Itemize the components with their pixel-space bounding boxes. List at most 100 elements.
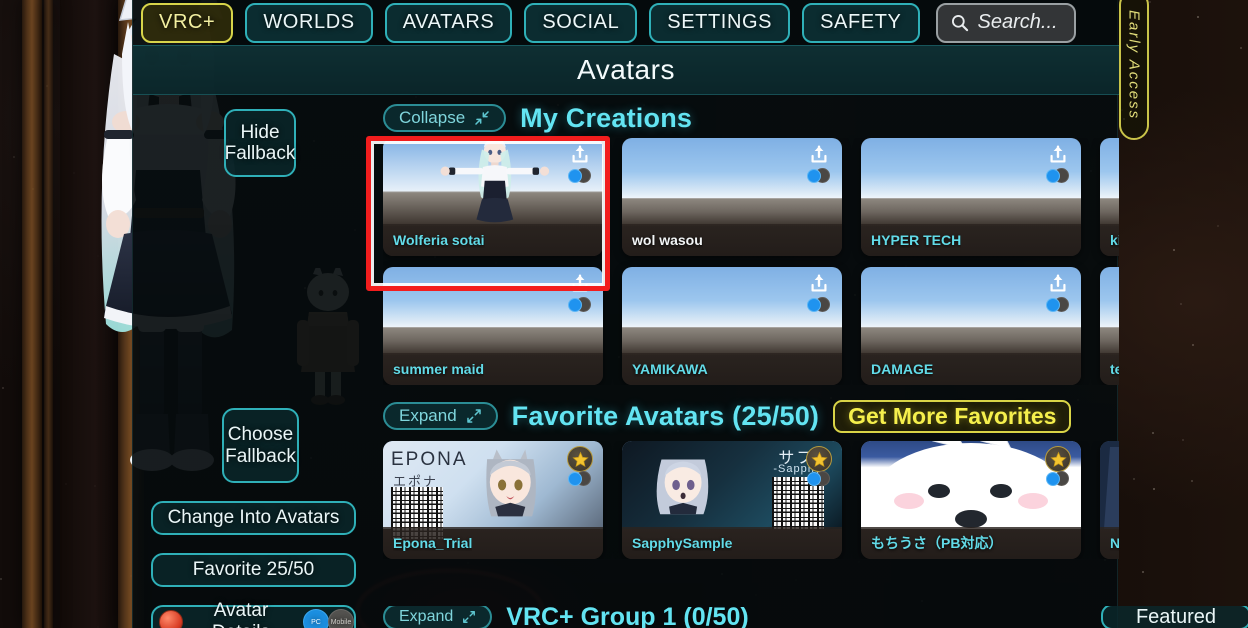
avatar-card-label-bar: kikyou [1100, 224, 1119, 256]
avatar-card-label: Epona_Trial [393, 535, 473, 551]
collapse-my-creations-button[interactable]: Collapse [383, 104, 507, 132]
avatar-card[interactable]: YAMIKAWA [622, 267, 842, 385]
expand-group-button[interactable]: Expand [383, 606, 493, 628]
upload-icon[interactable] [569, 144, 591, 166]
avatar-card-label: wol wasou [632, 232, 703, 248]
avatar-card[interactable]: Neptune [1100, 441, 1119, 559]
nav-tab-label: SOCIAL [542, 11, 620, 33]
change-into-avatars-label: Change Into Avatars [167, 507, 340, 528]
my-creations-grid: Wolferia sotai wol wasou HYPER TECH kikyou s… [383, 138, 1119, 385]
upload-icon[interactable] [569, 273, 591, 295]
avatar-details-label: Avatar Details [212, 600, 270, 628]
performance-rank-icon [568, 471, 591, 486]
hide-fallback-button[interactable]: Hide Fallback [224, 109, 296, 177]
avatar-card-thumbnail [1100, 441, 1119, 529]
avatar-card-label-bar: SapphySample [622, 527, 842, 559]
nav-tab-safety[interactable]: SAFETY [802, 2, 920, 43]
nav-tab-worlds[interactable]: WORLDS [245, 2, 373, 43]
platform-pc-label: PC [311, 618, 321, 626]
avatar-card[interactable]: もちうさ（PB対応） [861, 441, 1081, 559]
avatar-card[interactable]: Wolferia sotai [383, 138, 603, 256]
avatar-card-label: test [1110, 361, 1119, 377]
vrcplus-group-title: VRC+ Group 1 (0/50) [506, 606, 749, 628]
performance-rank-icon [807, 471, 830, 486]
avatar-card-label: HYPER TECH [871, 232, 962, 248]
search-input[interactable]: Search... [935, 2, 1076, 43]
avatar-card-label-bar: Neptune [1100, 527, 1119, 559]
avatar-card-label-bar: wol wasou [622, 224, 842, 256]
avatar-card[interactable]: test [1100, 267, 1119, 385]
nav-tab-social[interactable]: SOCIAL [524, 2, 638, 43]
early-access-badge: Early Access [1119, 0, 1149, 140]
avatar-card-label: summer maid [393, 361, 485, 377]
group-expand-label: Expand [399, 608, 454, 625]
get-more-favorites-label: Get More Favorites [848, 402, 1057, 429]
avatar-card-thumbnail [1100, 138, 1119, 226]
nav-tab-settings[interactable]: SETTINGS [649, 2, 791, 43]
avatar-card[interactable]: kikyou [1100, 138, 1119, 256]
favorite-star-icon[interactable] [567, 446, 593, 472]
performance-rank-icon [568, 297, 591, 312]
avatar-card-thumbnail [1100, 267, 1119, 355]
top-navigation-bar: VRC+ WORLDS AVATARS SOCIAL SETTINGS SAFE… [133, 0, 1119, 45]
upload-icon[interactable] [1047, 144, 1069, 166]
choose-fallback-label-line2: Fallback [225, 445, 296, 467]
upload-icon[interactable] [808, 273, 830, 295]
avatar-card-label-bar: HYPER TECH [861, 224, 1081, 256]
platform-mobile-label: Mobile [330, 618, 352, 626]
group-action-label: Featured [1135, 606, 1217, 628]
avatar-card[interactable]: summer maid [383, 267, 603, 385]
favorite-star-icon[interactable] [806, 446, 832, 472]
expand-favorites-button[interactable]: Expand [383, 402, 498, 430]
choose-fallback-button[interactable]: Choose Fallback [222, 408, 299, 483]
avatar-card-label: Neptune [1110, 535, 1119, 551]
avatar-card[interactable]: EPONA エポナ Epona_Trial [383, 441, 603, 559]
avatar-card[interactable]: wol wasou [622, 138, 842, 256]
avatar-details-button[interactable]: Avatar Details PC Mobile [151, 600, 356, 628]
page-title-bar: Avatars [133, 45, 1119, 95]
avatar-card-label-bar: DAMAGE [861, 353, 1081, 385]
platform-badge-mobile: Mobile [328, 609, 354, 628]
avatar-card-label: Wolferia sotai [393, 232, 485, 248]
hide-fallback-label-line1: Hide [240, 121, 280, 143]
avatar-card-label: kikyou [1110, 232, 1119, 248]
nav-tab-vrcplus[interactable]: VRC+ [141, 2, 234, 43]
nav-tab-label: SAFETY [820, 11, 902, 33]
expand-label: Expand [399, 406, 457, 425]
avatar-card-label: DAMAGE [871, 361, 934, 377]
get-more-favorites-button[interactable]: Get More Favorites [833, 399, 1072, 433]
favorite-star-icon[interactable] [1045, 446, 1071, 472]
early-access-label: Early Access [1125, 9, 1143, 121]
avatar-card-label: SapphySample [632, 535, 733, 551]
background-pillar [22, 0, 42, 628]
nav-tab-avatars[interactable]: AVATARS [384, 2, 513, 43]
avatar-card-label-bar: test [1100, 353, 1119, 385]
avatar-card-label-bar: Epona_Trial [383, 527, 603, 559]
performance-rank-icon [568, 168, 591, 183]
avatar-side-controls: Hide Fallback Choose Fallback Change Int… [151, 95, 371, 628]
expand-arrows-icon [463, 611, 476, 623]
performance-rank-icon [1046, 168, 1069, 183]
favorite-count-button[interactable]: Favorite 25/50 [151, 553, 356, 587]
my-creations-title: My Creations [520, 102, 693, 133]
nav-tab-label: AVATARS [402, 11, 495, 33]
change-into-avatars-button[interactable]: Change Into Avatars [151, 501, 356, 535]
avatar-card-label: もちうさ（PB対応） [871, 535, 1003, 551]
upload-icon[interactable] [1047, 273, 1069, 295]
avatar-card[interactable]: DAMAGE [861, 267, 1081, 385]
upload-icon[interactable] [808, 144, 830, 166]
page-title: Avatars [577, 54, 675, 85]
avatar-card-label-bar: Wolferia sotai [383, 224, 603, 256]
vrcplus-group-row: Expand VRC+ Group 1 (0/50) Featured [383, 606, 1248, 628]
avatar-card-label-bar: summer maid [383, 353, 603, 385]
performance-rank-icon [807, 297, 830, 312]
search-placeholder: Search... [977, 11, 1058, 33]
avatar-card[interactable]: HYPER TECH [861, 138, 1081, 256]
group-action-button[interactable]: Featured [1101, 606, 1248, 628]
favorite-count-label: Favorite 25/50 [192, 559, 315, 580]
my-creations-header: Collapse My Creations [383, 98, 1119, 138]
avatar-card[interactable]: サフィ-Sapphy-SapphySample [622, 441, 842, 559]
performance-rank-icon [159, 610, 183, 628]
favorite-avatars-header: Expand Favorite Avatars (25/50) Get More… [383, 396, 1119, 436]
performance-rank-icon [1046, 297, 1069, 312]
